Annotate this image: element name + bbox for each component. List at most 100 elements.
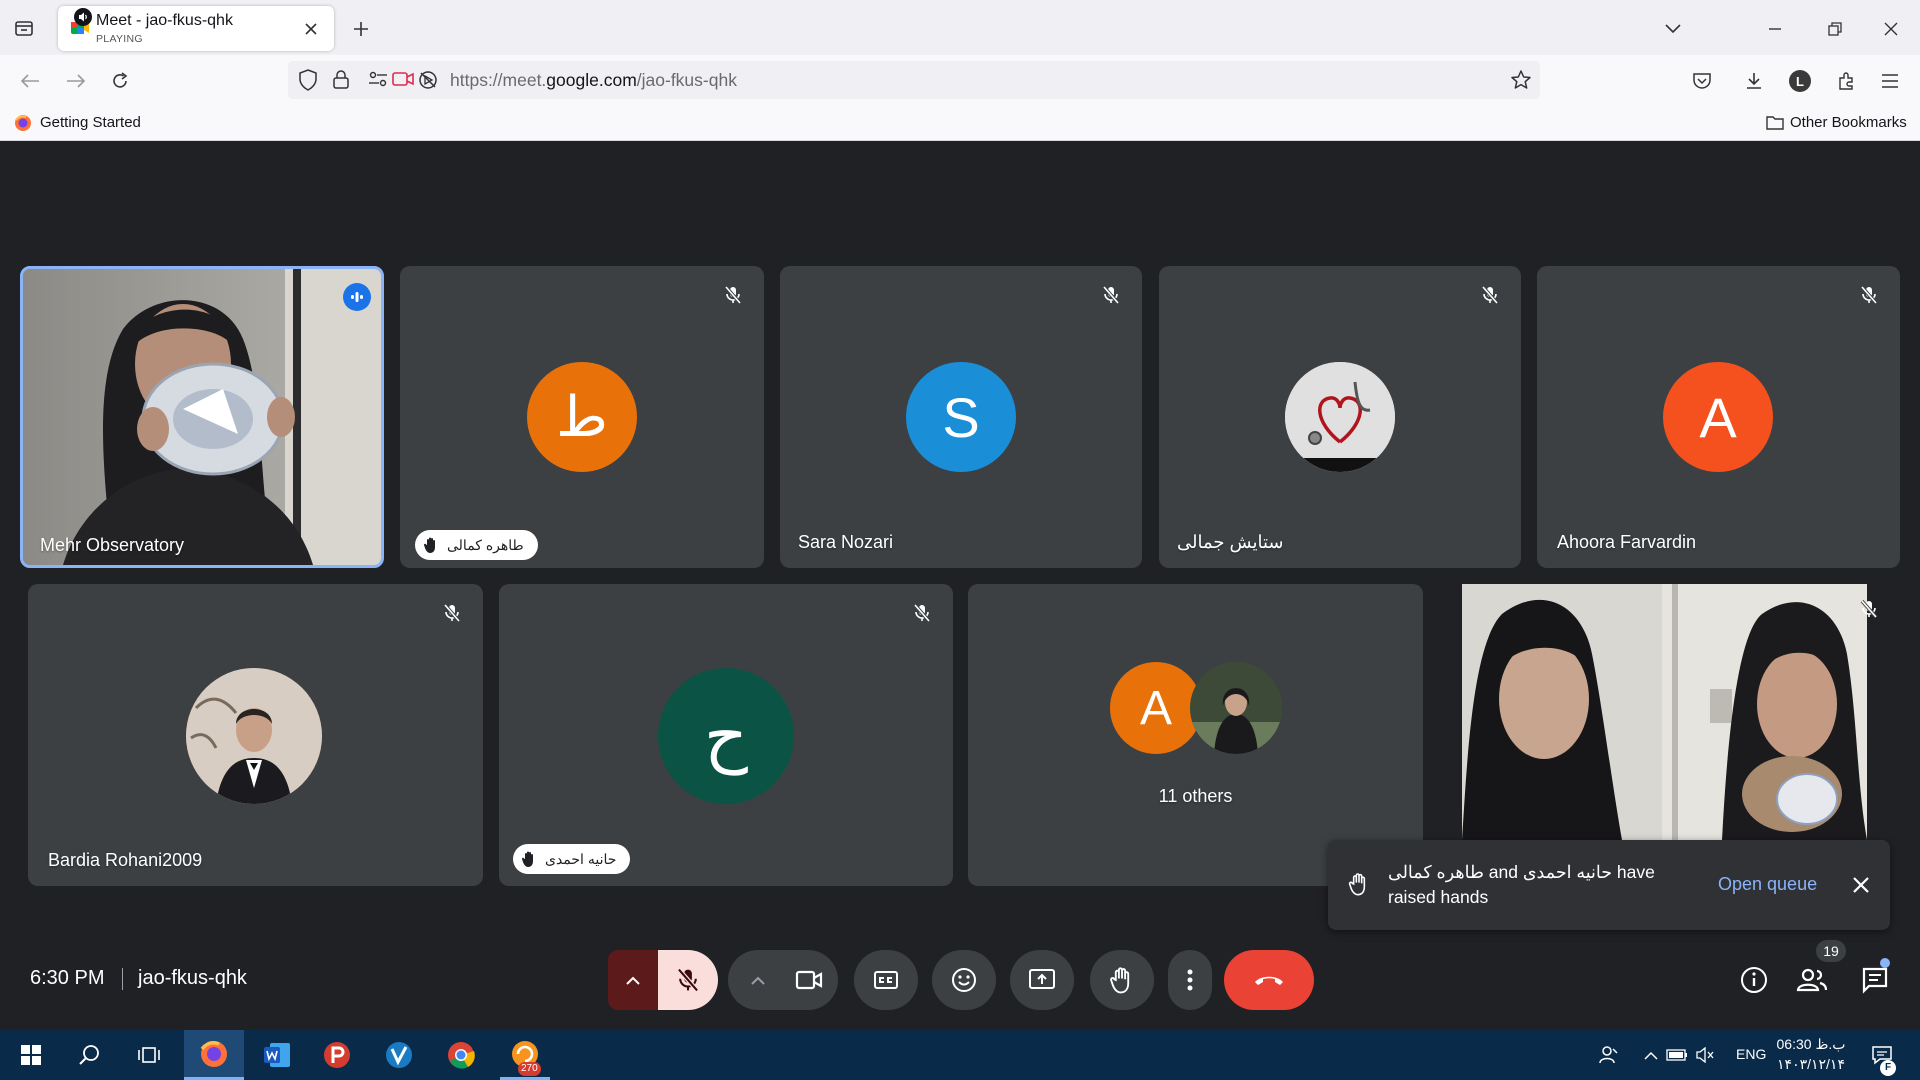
- mic-off-icon: [1475, 280, 1505, 310]
- participant-video: [23, 269, 381, 565]
- browser-tab-meet[interactable]: Meet - jao-fkus-qhk PLAYING: [58, 6, 334, 51]
- mic-off-icon: [677, 968, 699, 992]
- reload-icon[interactable]: [106, 67, 134, 95]
- others-count-label: 11 others: [1158, 786, 1233, 806]
- chat-icon[interactable]: [1858, 964, 1892, 996]
- url-bar[interactable]: https://meet.google.com/jao-fkus-qhk: [288, 61, 1540, 99]
- others-photo-avatar: [1190, 662, 1282, 754]
- v2ray-taskbar-icon[interactable]: [374, 1030, 424, 1080]
- participant-count-badge: 19: [1816, 940, 1846, 962]
- video-options-chevron[interactable]: [738, 965, 778, 995]
- video-camera-icon: [795, 970, 823, 990]
- participant-tile-bardia-rohani[interactable]: Bardia Rohani2009: [28, 584, 483, 886]
- mic-off-icon: [1096, 280, 1126, 310]
- raised-hand-chip: طاهره کمالی: [415, 530, 538, 560]
- present-screen-button[interactable]: [1010, 950, 1074, 1010]
- participant-avatar: S: [906, 362, 1016, 472]
- app-menu-icon[interactable]: [1876, 67, 1904, 95]
- captions-button[interactable]: [854, 950, 918, 1010]
- lock-icon[interactable]: [332, 69, 352, 91]
- participant-avatar: ح: [658, 668, 794, 804]
- tracking-shield-icon[interactable]: [298, 69, 320, 91]
- audio-options-chevron[interactable]: [608, 950, 658, 1010]
- present-screen-icon: [1029, 969, 1055, 989]
- participant-tile-ahoora-farvardin[interactable]: A Ahoora Farvardin: [1537, 266, 1900, 568]
- microphone-toggle-button[interactable]: [658, 950, 718, 1010]
- tab-title: Meet - jao-fkus-qhk: [96, 12, 233, 29]
- account-avatar-icon[interactable]: L: [1786, 67, 1814, 95]
- others-avatar: A: [1110, 662, 1202, 754]
- participant-tile-setayesh[interactable]: ستایش جمالی: [1159, 266, 1521, 568]
- close-tab-icon[interactable]: [300, 18, 322, 40]
- windows-start-icon[interactable]: [6, 1030, 56, 1080]
- meeting-details-icon[interactable]: [1738, 964, 1770, 996]
- url-text[interactable]: https://meet.google.com/jao-fkus-qhk: [450, 70, 737, 91]
- autoplay-blocked-icon[interactable]: [418, 70, 440, 90]
- pocket-icon[interactable]: [1688, 67, 1716, 95]
- chat-unread-dot: [1880, 958, 1890, 968]
- bookmarks-bar: Getting Started Other Bookmarks: [0, 105, 1920, 141]
- raised-hands-message: طاهره کمالی and حانیه احمدی have raised …: [1388, 862, 1655, 907]
- search-icon[interactable]: [64, 1030, 114, 1080]
- downloads-icon[interactable]: [1740, 67, 1768, 95]
- bookmark-star-icon[interactable]: [1510, 69, 1532, 91]
- extensions-icon[interactable]: [1832, 67, 1860, 95]
- speaking-indicator-icon: [343, 283, 371, 311]
- leave-call-button[interactable]: [1224, 950, 1314, 1010]
- mic-off-icon: [718, 280, 748, 310]
- participant-tile-tahereh[interactable]: ط طاهره کمالی: [400, 266, 764, 568]
- task-view-icon[interactable]: [124, 1030, 174, 1080]
- notification-letter-badge: F: [1880, 1060, 1896, 1076]
- emoji-icon: [952, 968, 976, 992]
- participant-name: Ahoora Farvardin: [1557, 532, 1697, 552]
- raise-hand-icon: [1110, 967, 1130, 994]
- participant-tile-mehr-observatory[interactable]: Mehr Observatory: [20, 266, 384, 568]
- participant-avatar: A: [1663, 362, 1773, 472]
- chrome-taskbar-icon[interactable]: [436, 1030, 486, 1080]
- permissions-icon[interactable]: [368, 70, 388, 90]
- open-queue-button[interactable]: Open queue: [1718, 874, 1817, 895]
- battery-icon[interactable]: [1664, 1030, 1690, 1080]
- volume-muted-icon[interactable]: [1692, 1030, 1718, 1080]
- firefox-taskbar-icon[interactable]: [184, 1030, 244, 1080]
- audio-playing-icon[interactable]: [74, 8, 92, 26]
- url-prefix: https://meet.: [450, 70, 547, 90]
- back-arrow-icon[interactable]: [16, 67, 44, 95]
- participant-tile-haniyeh[interactable]: ح حانیه احمدی: [499, 584, 953, 886]
- meeting-code: jao-fkus-qhk: [138, 967, 247, 989]
- psiphon-taskbar-icon[interactable]: [312, 1030, 362, 1080]
- chevron-down-icon[interactable]: [1660, 16, 1686, 42]
- bookmark-getting-started[interactable]: Getting Started: [40, 114, 141, 131]
- folder-icon: [1766, 115, 1784, 131]
- system-time[interactable]: 06:30 ب.ظ: [1776, 1036, 1846, 1053]
- dismiss-notification-icon[interactable]: [1848, 872, 1874, 898]
- participant-tile-sara-nozari[interactable]: S Sara Nozari: [780, 266, 1142, 568]
- tray-chevron-up-icon[interactable]: [1640, 1030, 1662, 1080]
- participant-name: حانیه احمدی: [545, 850, 617, 867]
- account-initial: L: [1789, 70, 1811, 92]
- close-window-icon[interactable]: [1878, 16, 1904, 42]
- reactions-button[interactable]: [932, 950, 996, 1010]
- input-language[interactable]: ENG: [1736, 1046, 1766, 1062]
- people-icon[interactable]: [1794, 964, 1830, 996]
- browser-tab-strip: Meet - jao-fkus-qhk PLAYING: [0, 0, 1920, 55]
- tab-playing-label: PLAYING: [96, 33, 143, 45]
- self-view-video: [1462, 584, 1867, 840]
- word-taskbar-icon[interactable]: [252, 1030, 302, 1080]
- participant-name: طاهره کمالی: [447, 536, 524, 553]
- hang-up-icon: [1255, 976, 1283, 985]
- other-bookmarks[interactable]: Other Bookmarks: [1790, 114, 1907, 131]
- minimize-window-icon[interactable]: [1762, 16, 1788, 42]
- forward-arrow-icon[interactable]: [62, 67, 90, 95]
- system-date[interactable]: ۱۴۰۳/۱۲/۱۴: [1776, 1056, 1846, 1073]
- camera-toggle-button[interactable]: [780, 950, 838, 1010]
- mic-off-icon: [1854, 594, 1884, 624]
- more-options-button[interactable]: [1168, 950, 1212, 1010]
- raise-hand-button[interactable]: [1090, 950, 1154, 1010]
- more-vertical-icon: [1187, 969, 1193, 991]
- new-tab-icon[interactable]: [348, 16, 374, 42]
- people-tray-icon[interactable]: [1594, 1030, 1624, 1080]
- restore-window-icon[interactable]: [1822, 16, 1848, 42]
- list-all-tabs-icon[interactable]: [12, 16, 36, 40]
- camera-active-icon[interactable]: [392, 70, 414, 90]
